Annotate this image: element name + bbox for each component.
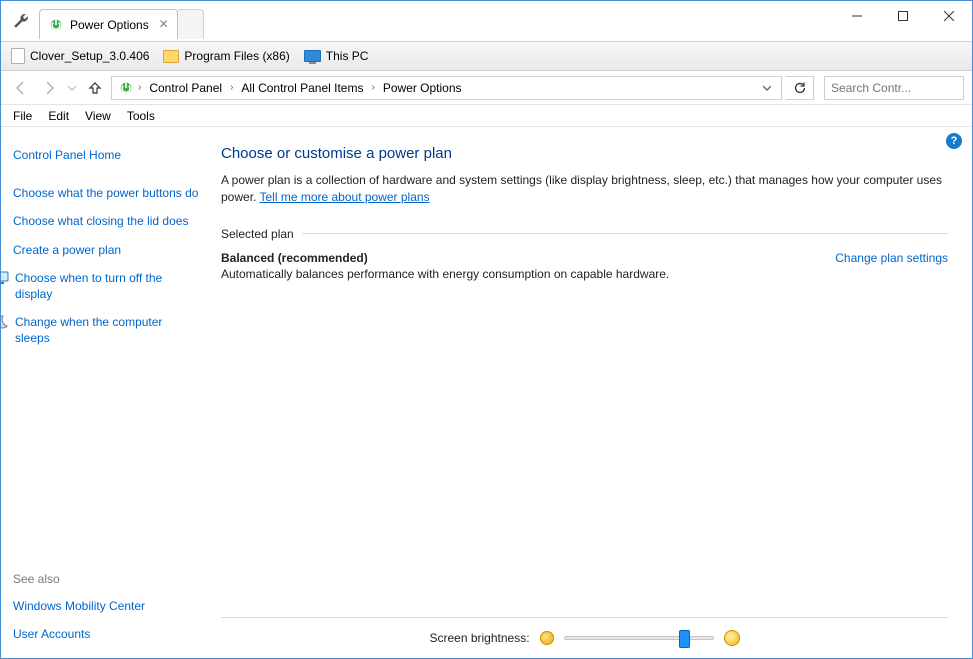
brightness-label: Screen brightness: <box>429 631 529 645</box>
chevron-right-icon[interactable]: › <box>136 82 143 93</box>
brightness-slider[interactable] <box>564 636 714 640</box>
titlebar: Power Options ✕ <box>1 1 972 41</box>
menu-tools[interactable]: Tools <box>127 109 155 123</box>
wrench-icon[interactable] <box>7 7 35 35</box>
pc-icon <box>304 50 321 62</box>
brightness-high-icon <box>724 630 740 646</box>
window-close-button[interactable] <box>926 1 972 31</box>
control-panel-home-link[interactable]: Control Panel Home <box>13 147 121 163</box>
sidebar-link[interactable]: Choose what closing the lid does <box>13 213 188 229</box>
seealso-link[interactable]: User Accounts <box>13 626 90 642</box>
see-also-heading: See also <box>13 572 199 586</box>
nav-up-button[interactable] <box>83 76 107 100</box>
folder-icon <box>163 50 179 63</box>
chevron-right-icon[interactable]: › <box>369 82 376 93</box>
bookmark-label: Clover_Setup_3.0.406 <box>30 49 149 63</box>
breadcrumb-segment[interactable]: Control Panel <box>145 79 226 97</box>
menu-file[interactable]: File <box>13 109 32 123</box>
sidebar: Control Panel Home Choose what the power… <box>1 127 211 658</box>
section-heading: Selected plan <box>221 227 294 241</box>
moon-icon <box>1 314 9 330</box>
learn-more-link[interactable]: Tell me more about power plans <box>259 190 429 204</box>
power-icon <box>118 80 134 96</box>
menu-view[interactable]: View <box>85 109 111 123</box>
nav-forward-button[interactable] <box>37 76 61 100</box>
search-box[interactable] <box>824 76 964 100</box>
seealso-link[interactable]: Windows Mobility Center <box>13 598 145 614</box>
bookmark-label: This PC <box>326 49 369 63</box>
main-content: Choose or customise a power plan A power… <box>211 127 972 658</box>
tab-title: Power Options <box>70 18 149 32</box>
bookmark-item[interactable]: Program Files (x86) <box>163 49 289 63</box>
sidebar-link[interactable]: Choose when to turn off the display <box>15 270 199 302</box>
search-input[interactable] <box>831 81 973 95</box>
new-tab-button[interactable] <box>178 9 204 39</box>
bookmark-item[interactable]: Clover_Setup_3.0.406 <box>11 48 149 64</box>
window-minimize-button[interactable] <box>834 1 880 31</box>
change-plan-settings-link[interactable]: Change plan settings <box>835 251 948 265</box>
breadcrumb-history-dropdown[interactable] <box>757 84 777 92</box>
brightness-low-icon <box>540 631 554 645</box>
bookmarks-bar: Clover_Setup_3.0.406 Program Files (x86)… <box>1 41 972 71</box>
nav-recent-dropdown[interactable] <box>65 76 79 100</box>
divider <box>302 233 948 234</box>
refresh-button[interactable] <box>786 76 814 100</box>
bookmark-item[interactable]: This PC <box>304 49 369 63</box>
nav-back-button[interactable] <box>9 76 33 100</box>
slider-thumb[interactable] <box>679 630 690 648</box>
breadcrumb-segment[interactable]: All Control Panel Items <box>237 79 367 97</box>
monitor-icon <box>1 270 9 286</box>
bookmark-label: Program Files (x86) <box>184 49 289 63</box>
brightness-footer: Screen brightness: <box>221 618 948 658</box>
address-bar: › Control Panel › All Control Panel Item… <box>1 71 972 105</box>
sidebar-link[interactable]: Choose what the power buttons do <box>13 185 198 201</box>
sidebar-link[interactable]: Create a power plan <box>13 242 121 258</box>
active-tab[interactable]: Power Options ✕ <box>39 9 178 39</box>
chevron-right-icon[interactable]: › <box>228 82 235 93</box>
menu-edit[interactable]: Edit <box>48 109 69 123</box>
tab-close-icon[interactable]: ✕ <box>159 17 169 31</box>
power-icon <box>48 17 64 33</box>
plan-description: Automatically balances performance with … <box>221 267 835 281</box>
sidebar-link[interactable]: Change when the computer sleeps <box>15 314 199 346</box>
plan-name: Balanced (recommended) <box>221 251 835 265</box>
file-icon <box>11 48 25 64</box>
page-description: A power plan is a collection of hardware… <box>221 172 948 207</box>
page-title: Choose or customise a power plan <box>221 145 948 162</box>
breadcrumb[interactable]: › Control Panel › All Control Panel Item… <box>111 76 782 100</box>
menu-bar: File Edit View Tools <box>1 105 972 127</box>
breadcrumb-segment[interactable]: Power Options <box>379 79 466 97</box>
window-maximize-button[interactable] <box>880 1 926 31</box>
